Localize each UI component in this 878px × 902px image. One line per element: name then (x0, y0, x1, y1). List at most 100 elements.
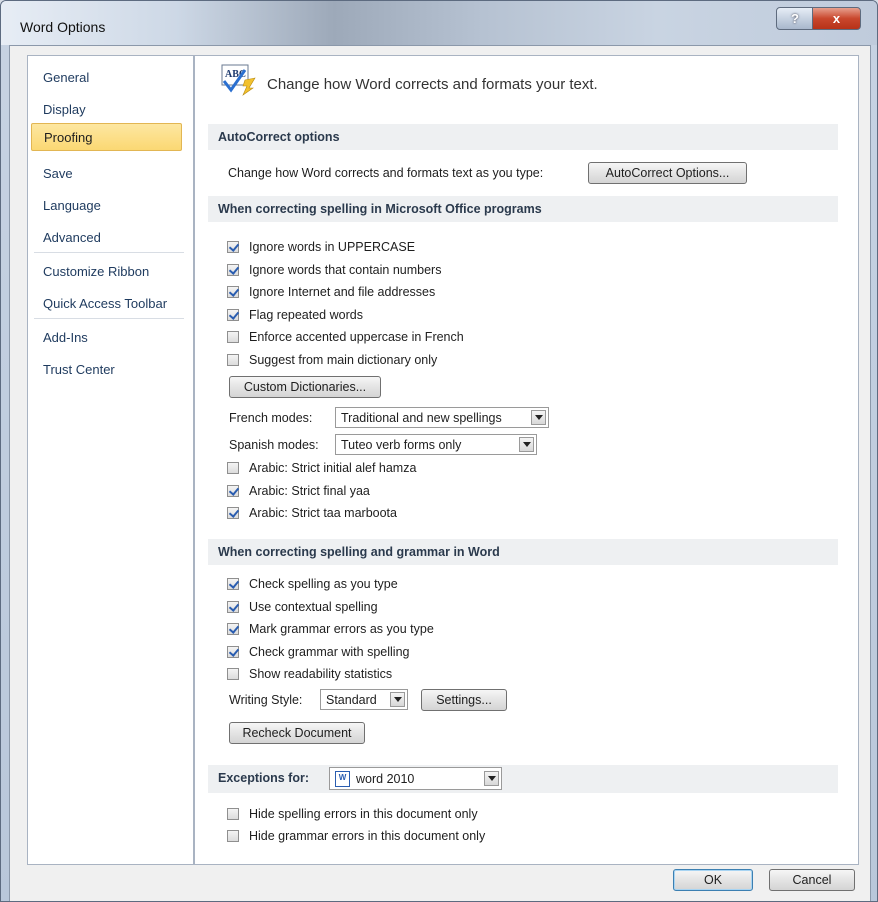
option-enforce-accented-french[interactable]: Enforce accented uppercase in French (227, 327, 464, 347)
autocorrect-options-button[interactable]: AutoCorrect Options... (588, 162, 747, 184)
ok-button-label: OK (703, 873, 723, 887)
option-ignore-numbers[interactable]: Ignore words that contain numbers (227, 260, 441, 280)
section-autocorrect-options: AutoCorrect options (208, 124, 838, 150)
nav-divider (34, 252, 184, 253)
nav-item-save[interactable]: Save (31, 160, 182, 188)
checkbox-check-spelling-as-you-type[interactable] (227, 578, 239, 590)
section-word-grammar: When correcting spelling and grammar in … (208, 539, 838, 565)
option-label: Hide grammar errors in this document onl… (249, 829, 486, 843)
custom-dictionaries-button[interactable]: Custom Dictionaries... (229, 376, 381, 398)
close-button[interactable]: x (812, 7, 861, 30)
chevron-down-icon[interactable] (519, 437, 534, 452)
option-label: Ignore Internet and file addresses (249, 285, 436, 299)
title-bar[interactable]: Word Options ? x (1, 1, 877, 45)
autocorrect-options-button-label: AutoCorrect Options... (605, 166, 730, 180)
checkbox-main-dictionary-only[interactable] (227, 354, 239, 366)
autocorrect-prompt: Change how Word corrects and formats tex… (228, 166, 544, 180)
option-label: Arabic: Strict initial alef hamza (249, 461, 417, 475)
checkbox-arabic-final-yaa[interactable] (227, 485, 239, 497)
nav-divider (34, 318, 184, 319)
option-check-grammar-with-spelling[interactable]: Check grammar with spelling (227, 642, 409, 662)
dialog-body: General Display Proofing Save Language A… (9, 45, 871, 901)
chevron-down-icon[interactable] (390, 692, 405, 707)
option-label: Ignore words in UPPERCASE (249, 240, 416, 254)
checkbox-hide-spelling-errors[interactable] (227, 808, 239, 820)
nav-item-trust-center[interactable]: Trust Center (31, 356, 182, 384)
option-mark-grammar-errors[interactable]: Mark grammar errors as you type (227, 619, 434, 639)
option-flag-repeated-words[interactable]: Flag repeated words (227, 305, 363, 325)
proofing-panel: ABC Change how Word corrects and formats… (194, 55, 859, 865)
chevron-down-icon[interactable] (484, 771, 499, 786)
nav-item-general[interactable]: General (31, 64, 182, 92)
grammar-settings-button[interactable]: Settings... (421, 689, 507, 711)
checkbox-ignore-internet-addresses[interactable] (227, 286, 239, 298)
french-modes-value: Traditional and new spellings (341, 410, 502, 425)
option-label: Use contextual spelling (249, 600, 378, 614)
recheck-document-button[interactable]: Recheck Document (229, 722, 365, 744)
custom-dictionaries-button-label: Custom Dictionaries... (243, 380, 367, 394)
close-icon: x (832, 11, 841, 26)
checkbox-mark-grammar-errors[interactable] (227, 623, 239, 635)
spanish-modes-label: Spanish modes: (229, 438, 319, 452)
french-modes-label: French modes: (229, 411, 313, 425)
ok-button[interactable]: OK (673, 869, 753, 891)
option-arabic-final-yaa[interactable]: Arabic: Strict final yaa (227, 481, 370, 501)
nav-item-display[interactable]: Display (31, 96, 182, 124)
nav-item-quick-access-toolbar[interactable]: Quick Access Toolbar (31, 290, 182, 318)
nav-item-advanced[interactable]: Advanced (31, 224, 182, 252)
option-readability-statistics[interactable]: Show readability statistics (227, 664, 392, 684)
writing-style-select[interactable]: Standard (320, 689, 408, 710)
spanish-modes-value: Tuteo verb forms only (341, 437, 462, 452)
grammar-settings-button-label: Settings... (436, 693, 492, 707)
checkbox-ignore-numbers[interactable] (227, 264, 239, 276)
option-contextual-spelling[interactable]: Use contextual spelling (227, 597, 378, 617)
chevron-down-icon[interactable] (531, 410, 546, 425)
option-label: Arabic: Strict taa marboota (249, 506, 397, 520)
page-header-text: Change how Word corrects and formats you… (267, 76, 598, 93)
help-button[interactable]: ? (776, 7, 814, 30)
option-main-dictionary-only[interactable]: Suggest from main dictionary only (227, 350, 437, 370)
checkbox-check-grammar-with-spelling[interactable] (227, 646, 239, 658)
option-ignore-internet-addresses[interactable]: Ignore Internet and file addresses (227, 282, 435, 302)
checkbox-hide-grammar-errors[interactable] (227, 830, 239, 842)
cancel-button[interactable]: Cancel (769, 869, 855, 891)
option-ignore-uppercase[interactable]: Ignore words in UPPERCASE (227, 237, 415, 257)
option-arabic-alef-hamza[interactable]: Arabic: Strict initial alef hamza (227, 458, 416, 478)
checkbox-flag-repeated-words[interactable] (227, 309, 239, 321)
recheck-document-button-label: Recheck Document (242, 726, 352, 740)
option-check-spelling-as-you-type[interactable]: Check spelling as you type (227, 574, 398, 594)
option-label: Arabic: Strict final yaa (249, 484, 370, 498)
word-options-dialog: Word Options ? x General Display Proofin… (0, 0, 878, 902)
option-hide-spelling-errors[interactable]: Hide spelling errors in this document on… (227, 804, 478, 824)
spanish-modes-select[interactable]: Tuteo verb forms only (335, 434, 537, 455)
option-arabic-taa-marboota[interactable]: Arabic: Strict taa marboota (227, 503, 397, 523)
option-label: Suggest from main dictionary only (249, 353, 438, 367)
nav-item-customize-ribbon[interactable]: Customize Ribbon (31, 258, 182, 286)
option-hide-grammar-errors[interactable]: Hide grammar errors in this document onl… (227, 826, 485, 846)
checkbox-contextual-spelling[interactable] (227, 601, 239, 613)
nav-item-proofing[interactable]: Proofing (31, 123, 182, 151)
nav-item-language[interactable]: Language (31, 192, 182, 220)
option-label: Mark grammar errors as you type (249, 622, 434, 636)
options-nav: General Display Proofing Save Language A… (27, 55, 194, 865)
writing-style-label: Writing Style: (229, 693, 303, 707)
checkbox-arabic-alef-hamza[interactable] (227, 462, 239, 474)
option-label: Flag repeated words (249, 308, 363, 322)
checkbox-readability-statistics[interactable] (227, 668, 239, 680)
checkbox-enforce-accented-french[interactable] (227, 331, 239, 343)
option-label: Hide spelling errors in this document on… (249, 807, 478, 821)
checkbox-arabic-taa-marboota[interactable] (227, 507, 239, 519)
word-document-icon: W (335, 770, 350, 787)
option-label: Check spelling as you type (249, 577, 398, 591)
exceptions-label: Exceptions for: (218, 771, 309, 785)
checkbox-ignore-uppercase[interactable] (227, 241, 239, 253)
option-label: Show readability statistics (249, 667, 393, 681)
section-exceptions: Exceptions for: (208, 765, 838, 793)
nav-item-add-ins[interactable]: Add-Ins (31, 324, 182, 352)
option-label: Check grammar with spelling (249, 645, 410, 659)
exceptions-document-select[interactable]: W word 2010 (329, 767, 502, 790)
french-modes-select[interactable]: Traditional and new spellings (335, 407, 549, 428)
abc-proofing-icon: ABC (221, 64, 259, 96)
section-office-spelling: When correcting spelling in Microsoft Of… (208, 196, 838, 222)
window-title: Word Options (20, 19, 106, 35)
